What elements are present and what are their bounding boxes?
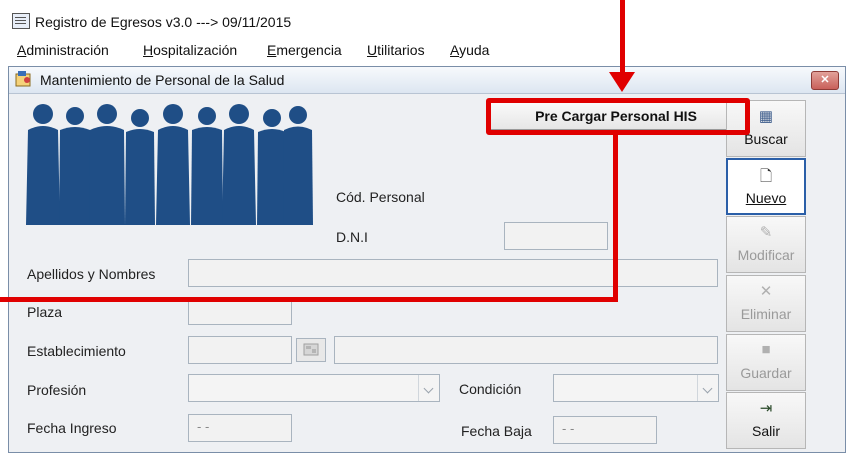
save-icon: ■ [761, 341, 771, 358]
plaza-label: Plaza [27, 304, 63, 320]
apellidos-nombres-label: Apellidos y Nombres [27, 266, 156, 282]
lookup-icon [303, 343, 319, 356]
nuevo-button[interactable]: 🗋 Nuevo [726, 158, 806, 215]
menu-hospitalizacion[interactable]: Hospitalización [143, 42, 237, 58]
dni-label: D.N.I [336, 229, 368, 245]
frame-title: Mantenimiento de Personal de la Salud [40, 72, 285, 88]
cod-personal-label: Cód. Personal [336, 189, 425, 205]
app-window-icon [12, 13, 30, 29]
guardar-button[interactable]: ■ Guardar [726, 334, 806, 391]
modificar-button[interactable]: ✎ Modificar [726, 216, 806, 273]
app-title-bar: Registro de Egresos v3.0 ---> 09/11/2015 [0, 0, 846, 34]
establecimiento-code-field[interactable] [188, 336, 292, 364]
annotation-arrow-line [620, 0, 625, 78]
menu-ayuda[interactable]: Ayuda [450, 42, 489, 58]
menu-administracion[interactable]: Administración [17, 42, 109, 58]
staff-silhouette-image [26, 104, 313, 225]
menu-utilitarios[interactable]: Utilitarios [367, 42, 425, 58]
close-button[interactable]: ✕ [811, 71, 839, 90]
establecimiento-name-field[interactable] [334, 336, 718, 364]
delete-icon: ✕ [759, 283, 773, 300]
profesion-select[interactable] [188, 374, 440, 402]
profesion-label: Profesión [27, 382, 87, 398]
close-icon: ✕ [820, 74, 830, 86]
fecha-ingreso-field[interactable]: - - [188, 414, 292, 442]
dni-field[interactable] [504, 222, 608, 250]
establecimiento-lookup-button[interactable] [296, 338, 326, 362]
chevron-down-icon [697, 375, 718, 401]
frame-title-bar[interactable]: Mantenimiento de Personal de la Salud ✕ [9, 67, 845, 94]
annotation-connector-vertical [613, 132, 618, 302]
condicion-select[interactable] [553, 374, 719, 402]
annotation-highlight-box [486, 98, 750, 135]
menu-bar: Administración Hospitalización Emergenci… [0, 36, 846, 62]
eliminar-button[interactable]: ✕ Eliminar [726, 275, 806, 332]
annotation-connector-horizontal [0, 297, 618, 302]
apellidos-nombres-field[interactable] [188, 259, 718, 287]
annotation-arrowhead [609, 72, 635, 92]
establecimiento-label: Establecimiento [27, 343, 126, 359]
frame-window-icon [15, 71, 31, 87]
app-title: Registro de Egresos v3.0 ---> 09/11/2015 [35, 14, 292, 30]
fecha-baja-field[interactable]: - - [553, 416, 657, 444]
fecha-ingreso-value: - - [197, 419, 210, 434]
chevron-down-icon [418, 375, 439, 401]
edit-icon: ✎ [759, 224, 773, 241]
new-document-icon: 🗋 [759, 168, 773, 185]
menu-emergencia[interactable]: Emergencia [267, 42, 342, 58]
fecha-baja-label: Fecha Baja [461, 423, 532, 439]
fecha-baja-value: - - [562, 421, 575, 436]
fecha-ingreso-label: Fecha Ingreso [27, 420, 117, 436]
condicion-label: Condición [459, 381, 522, 397]
exit-icon: ⇥ [759, 400, 773, 417]
salir-button[interactable]: ⇥ Salir [726, 392, 806, 449]
